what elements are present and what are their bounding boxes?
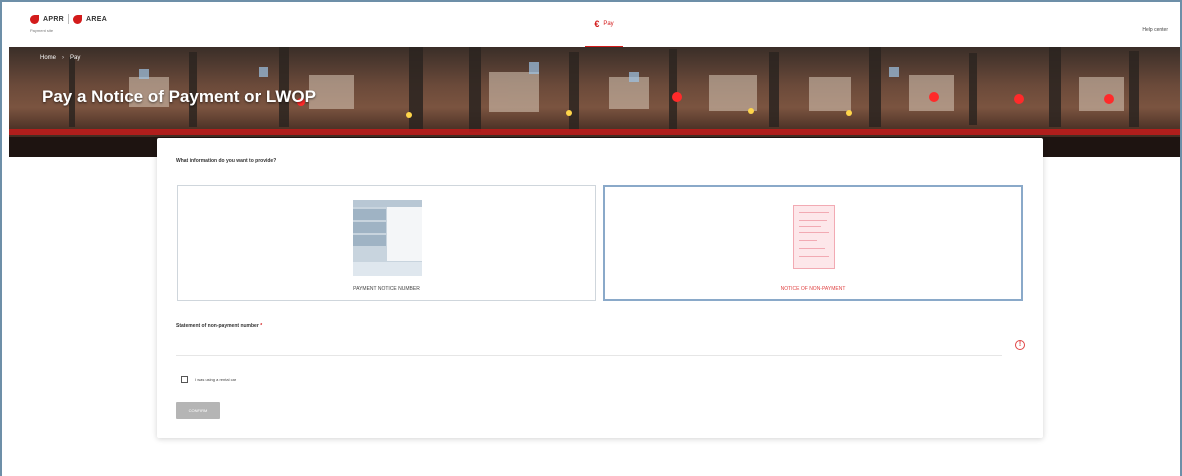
rental-car-checkbox-row[interactable]: I was using a rental car (181, 376, 236, 383)
payment-form-card: What information do you want to provide?… (157, 138, 1043, 438)
top-header: APRR AREA Payment site € Pay Help center (2, 2, 1180, 48)
non-payment-number-input[interactable] (176, 335, 1002, 356)
rental-car-checkbox[interactable] (181, 376, 188, 383)
option-label: PAYMENT NOTICE NUMBER (353, 286, 420, 292)
breadcrumb-separator: › (62, 55, 65, 61)
area-logo-icon (73, 14, 83, 24)
breadcrumb: Home › Pay (40, 55, 80, 61)
breadcrumb-pay: Pay (70, 55, 81, 61)
required-mark: * (260, 323, 263, 329)
field-label-text: Statement of non-payment number (176, 323, 259, 329)
logo-subtitle: Payment site (30, 28, 54, 33)
logo-brand-right: AREA (86, 15, 108, 23)
payment-notice-illustration-icon (353, 200, 422, 276)
non-payment-number-label: Statement of non-payment number * (176, 323, 262, 329)
error-icon: ! (1015, 340, 1025, 350)
rental-car-checkbox-label[interactable]: I was using a rental car (195, 377, 236, 382)
option-payment-notice-number[interactable]: PAYMENT NOTICE NUMBER (177, 185, 596, 301)
site-logo[interactable]: APRR AREA (30, 14, 107, 24)
option-notice-of-non-payment[interactable]: NOTICE OF NON-PAYMENT (603, 185, 1023, 301)
nav-tab-pay[interactable]: € Pay (585, 2, 623, 48)
euro-icon: € (594, 18, 600, 29)
logo-brand-left: APRR (43, 15, 65, 23)
confirm-button[interactable]: CONFIRM (176, 402, 220, 419)
logo-divider (68, 14, 70, 24)
option-label: NOTICE OF NON-PAYMENT (780, 286, 846, 292)
form-question: What information do you want to provide? (176, 158, 277, 164)
aprr-logo-icon (30, 14, 39, 24)
page-title: Pay a Notice of Payment or LWOP (42, 87, 316, 106)
nav-tab-pay-label: Pay (603, 21, 614, 27)
breadcrumb-home[interactable]: Home (40, 55, 56, 61)
help-center-link[interactable]: Help center (1142, 27, 1168, 33)
non-payment-notice-illustration-icon (793, 205, 835, 269)
